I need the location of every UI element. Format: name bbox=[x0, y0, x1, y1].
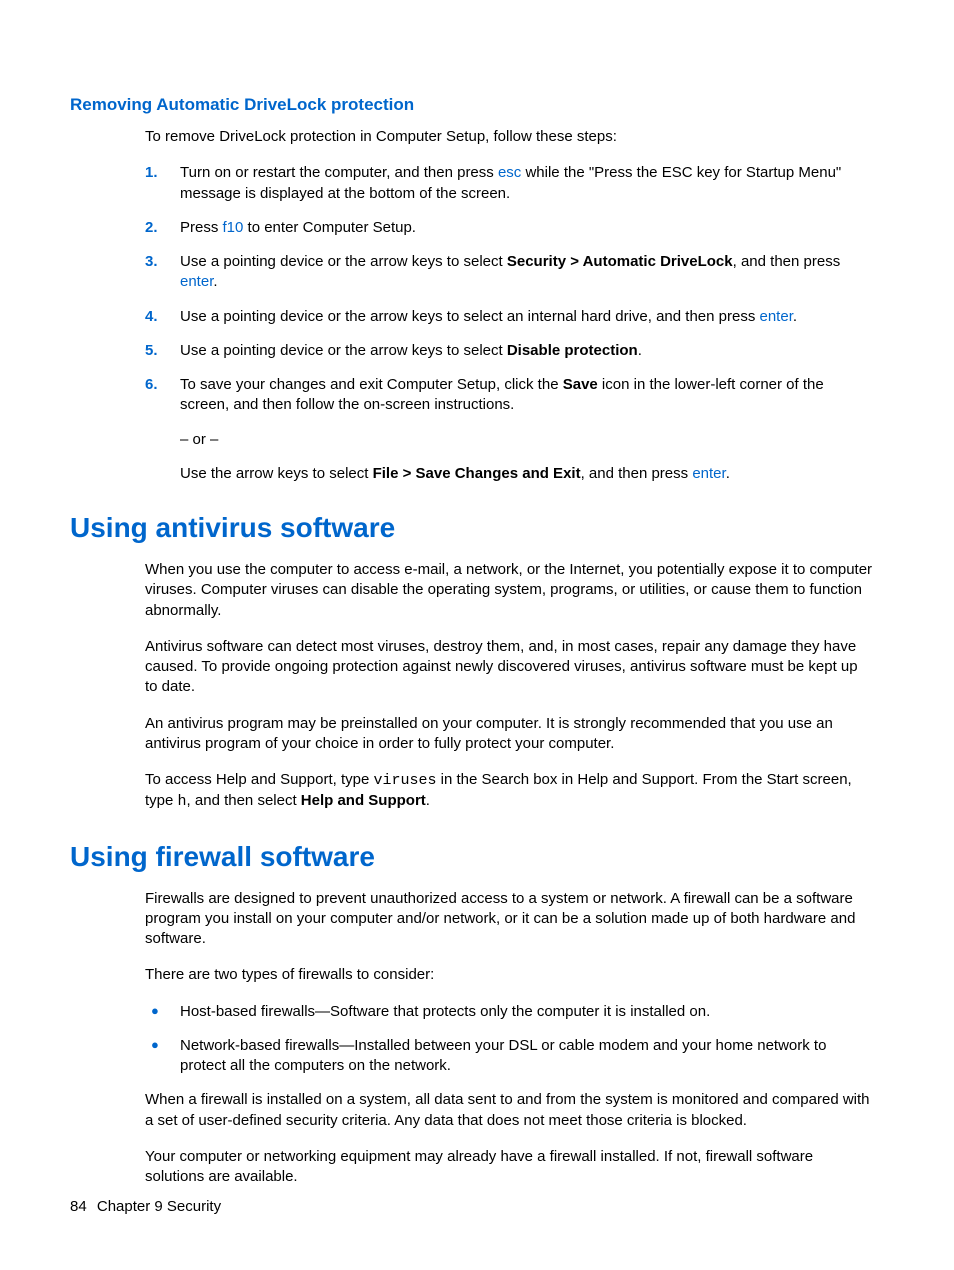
step-1: 1. Turn on or restart the computer, and … bbox=[145, 163, 874, 204]
body-paragraph: When you use the computer to access e-ma… bbox=[145, 560, 874, 621]
key-esc: esc bbox=[498, 164, 521, 181]
key-enter: enter bbox=[692, 465, 725, 482]
body-paragraph: To access Help and Support, type viruses… bbox=[145, 770, 874, 813]
step-text: Use a pointing device or the arrow keys … bbox=[180, 342, 642, 359]
bullet-icon: ● bbox=[151, 1036, 159, 1054]
list-item: ● Host-based firewalls—Software that pro… bbox=[145, 1002, 874, 1022]
key-f10: f10 bbox=[223, 219, 244, 236]
step-text: Turn on or restart the computer, and the… bbox=[180, 164, 841, 201]
or-text: – or – bbox=[180, 430, 874, 450]
step-5: 5. Use a pointing device or the arrow ke… bbox=[145, 341, 874, 361]
step-text: Use a pointing device or the arrow keys … bbox=[180, 308, 797, 325]
step-2: 2. Press f10 to enter Computer Setup. bbox=[145, 218, 874, 238]
document-page: Removing Automatic DriveLock protection … bbox=[0, 0, 954, 1253]
body-paragraph: There are two types of firewalls to cons… bbox=[145, 965, 874, 985]
intro-text: To remove DriveLock protection in Comput… bbox=[145, 127, 884, 147]
firewall-types-list: ● Host-based firewalls—Software that pro… bbox=[145, 1002, 874, 1077]
bullet-text: Network-based firewalls—Installed betwee… bbox=[180, 1037, 826, 1074]
chapter-label: Chapter 9 Security bbox=[97, 1198, 221, 1215]
subsection-title-drivelock: Removing Automatic DriveLock protection bbox=[70, 95, 884, 115]
body-paragraph: An antivirus program may be preinstalled… bbox=[145, 714, 874, 755]
section-title-firewall: Using firewall software bbox=[70, 841, 884, 873]
body-paragraph: When a firewall is installed on a system… bbox=[145, 1090, 874, 1131]
code-viruses: viruses bbox=[373, 772, 436, 789]
body-paragraph: Your computer or networking equipment ma… bbox=[145, 1147, 874, 1188]
body-paragraph: Firewalls are designed to prevent unauth… bbox=[145, 889, 874, 950]
step-number: 5. bbox=[145, 341, 158, 361]
or-line: Use the arrow keys to select File > Save… bbox=[180, 464, 874, 484]
key-enter: enter bbox=[760, 308, 793, 325]
page-number: 84 bbox=[70, 1198, 87, 1215]
step-number: 4. bbox=[145, 307, 158, 327]
step-text: Use a pointing device or the arrow keys … bbox=[180, 253, 840, 290]
step-text: To save your changes and exit Computer S… bbox=[180, 376, 824, 413]
key-enter: enter bbox=[180, 273, 213, 290]
code-h: h bbox=[178, 793, 187, 810]
body-paragraph: Antivirus software can detect most virus… bbox=[145, 637, 874, 698]
bullet-text: Host-based firewalls—Software that prote… bbox=[180, 1003, 710, 1020]
step-4: 4. Use a pointing device or the arrow ke… bbox=[145, 307, 874, 327]
bullet-icon: ● bbox=[151, 1002, 159, 1020]
page-footer: 84 Chapter 9 Security bbox=[70, 1198, 221, 1215]
steps-list: 1. Turn on or restart the computer, and … bbox=[145, 163, 874, 415]
list-item: ● Network-based firewalls—Installed betw… bbox=[145, 1036, 874, 1077]
step-6: 6. To save your changes and exit Compute… bbox=[145, 375, 874, 416]
step-text: Press f10 to enter Computer Setup. bbox=[180, 219, 416, 236]
step-number: 3. bbox=[145, 252, 158, 272]
step-number: 1. bbox=[145, 163, 158, 183]
step-number: 6. bbox=[145, 375, 158, 395]
step-3: 3. Use a pointing device or the arrow ke… bbox=[145, 252, 874, 293]
section-title-antivirus: Using antivirus software bbox=[70, 512, 884, 544]
step-number: 2. bbox=[145, 218, 158, 238]
